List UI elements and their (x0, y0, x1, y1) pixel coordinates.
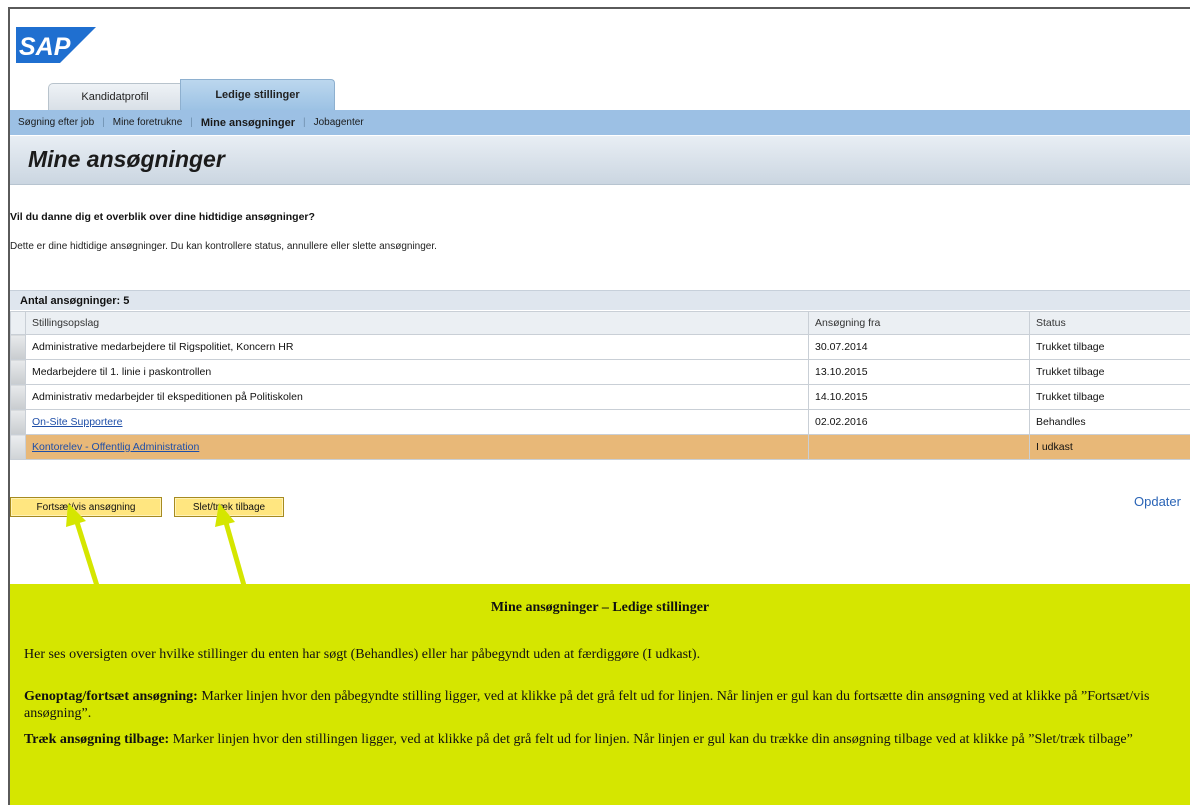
sap-logo-text: SAP (19, 33, 71, 61)
help-note-withdraw: Træk ansøgning tilbage: Marker linjen hv… (24, 731, 1174, 748)
application-date: 02.02.2016 (808, 409, 1030, 435)
posting-title-cell: Kontorelev - Offentlig Administration (25, 434, 809, 460)
application-status: Trukket tilbage (1029, 359, 1190, 385)
column-header-status[interactable]: Status (1029, 311, 1190, 335)
application-date: 13.10.2015 (808, 359, 1030, 385)
table-row: Medarbejdere til 1. linie i paskontrolle… (10, 359, 1190, 385)
row-selector[interactable] (10, 334, 26, 360)
arrow-to-continue-icon (66, 503, 101, 590)
tab-strip: Kandidatprofil Ledige stillinger (10, 79, 1190, 111)
subnav-item-soegning[interactable]: Søgning efter job (10, 117, 102, 128)
help-note-title: Mine ansøgninger – Ledige stillinger (490, 600, 710, 615)
subnav-item-ansoegninger[interactable]: Mine ansøgninger (193, 117, 303, 129)
help-note: Mine ansøgninger – Ledige stillinger Her… (10, 584, 1190, 805)
withdraw-heading: Træk ansøgning tilbage: (24, 732, 170, 747)
overview-description: Dette er dine hidtidige ansøgninger. Du … (10, 241, 437, 252)
sap-logo: SAP (16, 27, 96, 63)
withdraw-text: Marker linjen hvor den stillingen ligger… (169, 732, 1133, 747)
column-header-posting[interactable]: Stillingsopslag (25, 311, 809, 335)
applications-count: Antal ansøgninger: 5 (10, 290, 1190, 310)
subnav-item-foretrukne[interactable]: Mine foretrukne (105, 117, 190, 128)
table-row-selected: Kontorelev - Offentlig Administration I … (10, 434, 1190, 460)
applications-table: Stillingsopslag Ansøgning fra Status Adm… (10, 311, 1190, 460)
application-date (808, 434, 1030, 460)
subnav-item-jobagenter[interactable]: Jobagenter (306, 117, 372, 128)
page-title: Mine ansøgninger (28, 146, 225, 172)
column-header-date[interactable]: Ansøgning fra (808, 311, 1030, 335)
application-status: Trukket tilbage (1029, 334, 1190, 360)
help-note-resume: Genoptag/fortsæt ansøgning: Marker linje… (24, 688, 1174, 722)
application-status: I udkast (1029, 434, 1190, 460)
posting-title-cell: On-Site Supportere (25, 409, 809, 435)
help-note-intro: Her ses oversigten over hvilke stillinge… (24, 647, 701, 662)
application-status: Trukket tilbage (1029, 384, 1190, 410)
row-selector[interactable] (10, 434, 26, 460)
update-link[interactable]: Opdater (1134, 494, 1181, 509)
application-status: Behandles (1029, 409, 1190, 435)
application-date: 14.10.2015 (808, 384, 1030, 410)
resume-heading: Genoptag/fortsæt ansøgning: (24, 689, 198, 704)
table-row: Administrative medarbejdere til Rigspoli… (10, 334, 1190, 360)
table-header-row: Stillingsopslag Ansøgning fra Status (10, 311, 1190, 335)
table-row: On-Site Supportere 02.02.2016 Behandles (10, 409, 1190, 435)
application-date: 30.07.2014 (808, 334, 1030, 360)
sub-navigation: Søgning efter job | Mine foretrukne | Mi… (10, 110, 1190, 135)
posting-link[interactable]: Kontorelev - Offentlig Administration (32, 441, 199, 453)
posting-title: Administrativ medarbejder til ekspeditio… (25, 384, 809, 410)
row-selector[interactable] (10, 359, 26, 385)
posting-title: Medarbejdere til 1. linie i paskontrolle… (25, 359, 809, 385)
table-row: Administrativ medarbejder til ekspeditio… (10, 384, 1190, 410)
sap-window: SAP Kandidatprofil Ledige stillinger Søg… (8, 7, 1190, 805)
posting-title: Administrative medarbejdere til Rigspoli… (25, 334, 809, 360)
page-title-bar: Mine ansøgninger (10, 136, 1190, 185)
tab-kandidatprofil[interactable]: Kandidatprofil (48, 83, 182, 110)
tab-ledige-stillinger[interactable]: Ledige stillinger (180, 79, 335, 110)
select-all-cell[interactable] (10, 311, 26, 335)
arrow-to-delete-icon (215, 503, 248, 590)
row-selector[interactable] (10, 409, 26, 435)
callout-arrows (66, 503, 248, 590)
overview-question: Vil du danne dig et overblik over dine h… (10, 211, 315, 223)
row-selector[interactable] (10, 384, 26, 410)
posting-link[interactable]: On-Site Supportere (32, 416, 122, 428)
